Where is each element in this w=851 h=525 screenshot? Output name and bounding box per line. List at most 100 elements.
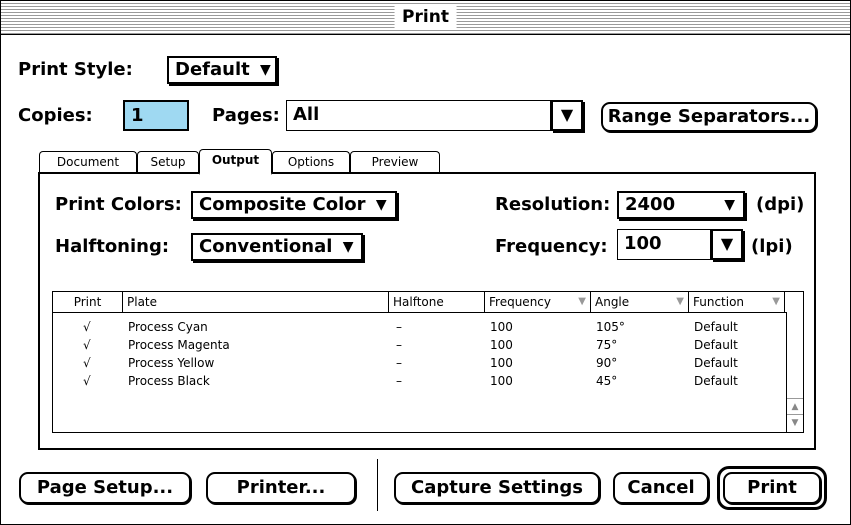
table-header: Print Plate Halftone Frequency ▼ Angle ▼ F…	[53, 292, 803, 313]
plate-angle: 45°	[596, 374, 618, 388]
chevron-down-icon: ▼	[724, 197, 735, 213]
print-colors-value: Composite Color	[199, 194, 366, 215]
chevron-down-icon: ▼	[260, 62, 271, 78]
column-header-angle[interactable]: Angle ▼	[591, 292, 689, 312]
plate-function: Default	[694, 338, 738, 352]
title-bar[interactable]: Print	[1, 1, 850, 35]
column-header-print[interactable]: Print	[53, 292, 123, 312]
print-style-label: Print Style:	[18, 59, 133, 80]
plate-angle: 75°	[596, 338, 618, 352]
print-check[interactable]: √	[83, 373, 91, 390]
plates-table: Print Plate Halftone Frequency ▼ Angle ▼ F…	[52, 291, 804, 433]
plate-name: Process Cyan	[128, 320, 208, 334]
plate-function: Default	[694, 320, 738, 334]
column-header-label: Print	[73, 295, 102, 309]
plate-function: Default	[694, 374, 738, 388]
table-row[interactable]: √ Process Black – 100 45° Default	[53, 373, 783, 390]
column-header-label: Function	[693, 295, 745, 309]
resolution-label: Resolution:	[495, 194, 611, 215]
print-dialog: Print Print Style: Default ▼ Copies: 1 P…	[0, 0, 851, 525]
halftoning-popup[interactable]: Conventional ▼	[191, 233, 363, 261]
plate-halftone: –	[396, 338, 402, 352]
window-title: Print	[394, 6, 457, 28]
page-setup-label: Page Setup...	[36, 477, 174, 498]
pages-label: Pages:	[212, 105, 280, 126]
column-header-label: Halftone	[393, 295, 444, 309]
page-setup-button[interactable]: Page Setup...	[19, 472, 191, 504]
cancel-button[interactable]: Cancel	[613, 472, 709, 504]
range-separators-button[interactable]: Range Separators...	[601, 102, 817, 132]
tab-options[interactable]: Options	[272, 151, 350, 173]
print-style-value: Default	[175, 59, 250, 80]
table-row[interactable]: √ Process Cyan – 100 105° Default	[53, 319, 783, 336]
table-row[interactable]: √ Process Magenta – 100 75° Default	[53, 337, 783, 354]
scroll-down-arrow-icon[interactable]: ▼	[787, 414, 803, 431]
frequency-dropdown-button[interactable]: ▼	[711, 229, 743, 260]
plate-name: Process Yellow	[128, 356, 215, 370]
tab-output[interactable]: Output	[199, 149, 272, 175]
tab-setup-label: Setup	[150, 155, 186, 169]
copies-label: Copies:	[18, 105, 93, 126]
frequency-unit: (lpi)	[751, 236, 793, 257]
chevron-down-icon: ▼	[676, 296, 684, 307]
table-row[interactable]: √ Process Yellow – 100 90° Default	[53, 355, 783, 372]
print-colors-label: Print Colors:	[55, 194, 182, 215]
print-button[interactable]: Print	[723, 472, 821, 504]
print-check[interactable]: √	[83, 319, 91, 336]
column-header-label: Plate	[127, 295, 158, 309]
plate-name: Process Magenta	[128, 338, 230, 352]
halftoning-value: Conventional	[199, 236, 333, 257]
plate-angle: 90°	[596, 356, 618, 370]
plate-angle: 105°	[596, 320, 625, 334]
copies-value: 1	[131, 105, 144, 126]
tab-preview[interactable]: Preview	[350, 151, 440, 173]
resolution-unit: (dpi)	[756, 194, 805, 215]
range-separators-label: Range Separators...	[607, 106, 811, 127]
column-header-label: Angle	[595, 295, 630, 309]
chevron-down-icon: ▼	[342, 239, 354, 255]
plate-frequency: 100	[490, 374, 513, 388]
plate-name: Process Black	[128, 374, 210, 388]
capture-settings-button[interactable]: Capture Settings	[394, 472, 600, 504]
pages-dropdown-button[interactable]: ▼	[551, 100, 583, 131]
chevron-down-icon: ▼	[375, 197, 387, 213]
printer-button[interactable]: Printer...	[206, 472, 356, 504]
tab-document[interactable]: Document	[39, 151, 137, 173]
frequency-field[interactable]: 100	[617, 229, 711, 260]
column-header-function[interactable]: Function ▼	[689, 292, 785, 312]
chevron-down-icon: ▼	[560, 105, 574, 124]
copies-input[interactable]: 1	[123, 100, 189, 131]
capture-settings-label: Capture Settings	[411, 477, 583, 498]
resolution-value: 2400	[625, 194, 676, 215]
button-separator	[377, 459, 378, 511]
plates-scrollbar[interactable]: ▲ ▼	[786, 312, 803, 432]
chevron-down-icon: ▼	[772, 296, 780, 307]
plate-frequency: 100	[490, 338, 513, 352]
pages-field[interactable]: All	[286, 100, 551, 131]
column-header-label: Frequency	[489, 295, 551, 309]
plate-frequency: 100	[490, 320, 513, 334]
plate-function: Default	[694, 356, 738, 370]
print-check[interactable]: √	[83, 355, 91, 372]
plate-halftone: –	[396, 374, 402, 388]
scroll-up-arrow-icon[interactable]: ▲	[787, 398, 803, 415]
plate-halftone: –	[396, 356, 402, 370]
column-header-frequency[interactable]: Frequency ▼	[485, 292, 591, 312]
printer-label: Printer...	[236, 477, 326, 498]
print-colors-popup[interactable]: Composite Color ▼	[191, 191, 397, 219]
tab-document-label: Document	[56, 155, 120, 169]
tab-output-label: Output	[211, 153, 260, 167]
chevron-down-icon: ▼	[720, 234, 734, 253]
resolution-popup[interactable]: 2400 ▼	[617, 191, 745, 219]
plate-halftone: –	[396, 320, 402, 334]
column-header-halftone[interactable]: Halftone	[389, 292, 485, 312]
print-style-popup[interactable]: Default ▼	[167, 56, 277, 84]
column-header-plate[interactable]: Plate	[123, 292, 389, 312]
halftoning-label: Halftoning:	[55, 236, 170, 257]
tab-options-label: Options	[287, 155, 335, 169]
cancel-label: Cancel	[627, 477, 695, 498]
tab-preview-label: Preview	[371, 155, 419, 169]
chevron-down-icon: ▼	[578, 296, 586, 307]
tab-setup[interactable]: Setup	[137, 151, 199, 173]
print-check[interactable]: √	[83, 337, 91, 354]
